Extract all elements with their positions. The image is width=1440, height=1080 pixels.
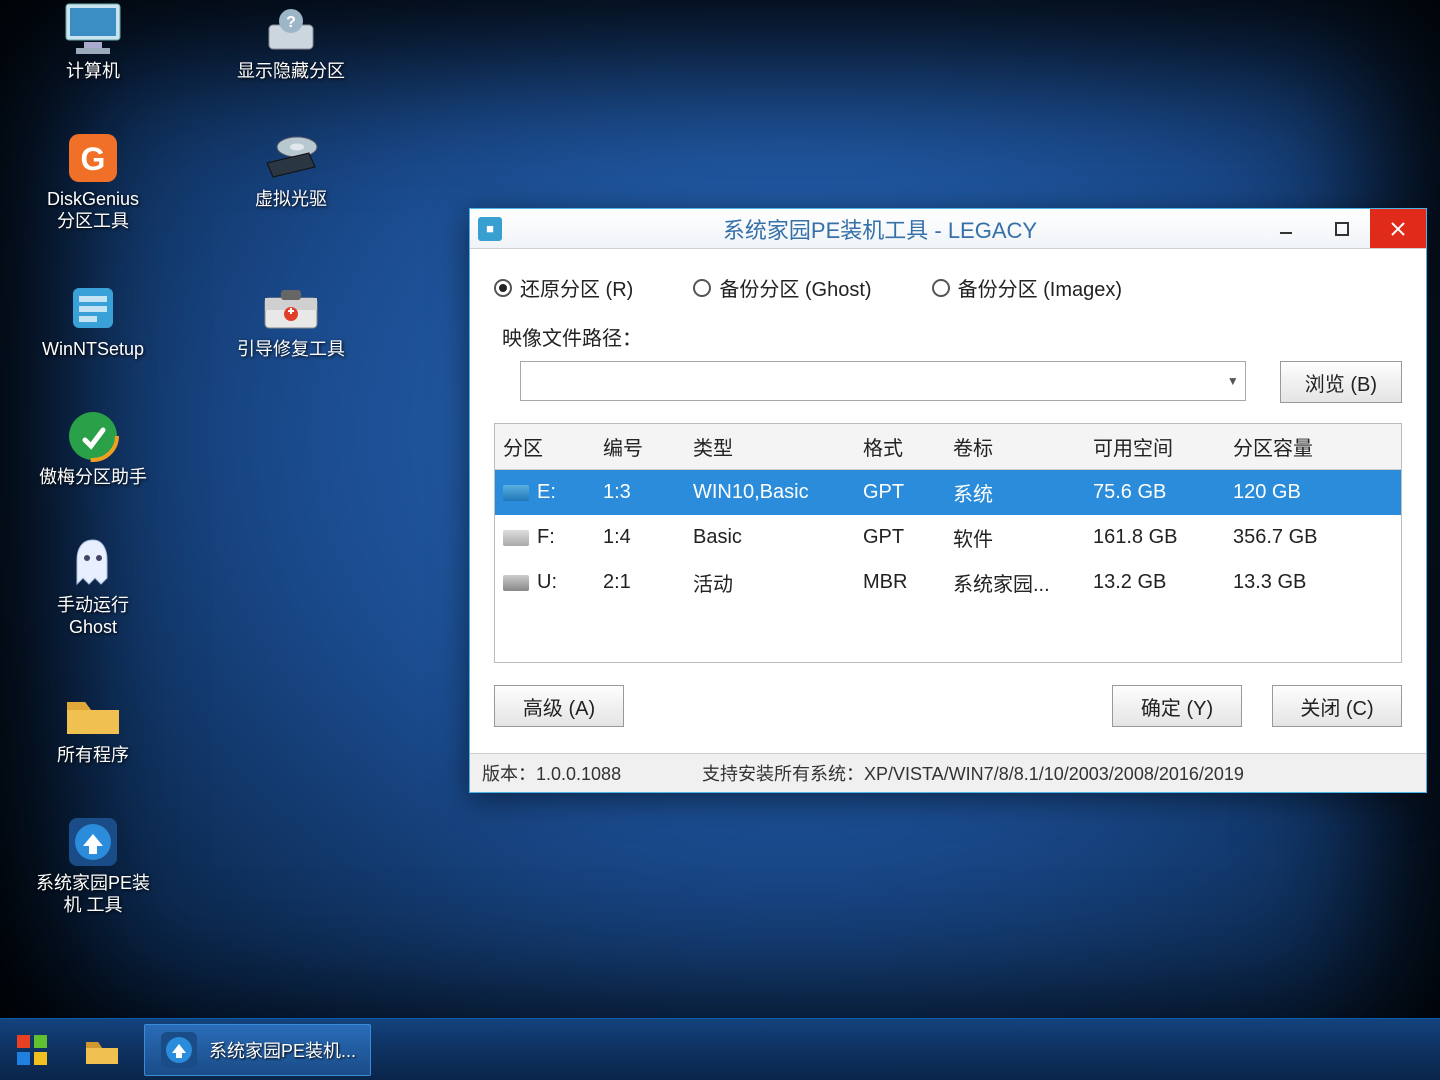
drive-icon xyxy=(503,485,529,501)
taskbar-item-pe-tool[interactable]: 系统家园PE装机... xyxy=(144,1024,371,1076)
icon-aomei-partition[interactable]: 傲梅分区助手 xyxy=(18,408,168,488)
ghost-icon xyxy=(60,536,126,592)
icon-label: 傲梅分区助手 xyxy=(39,466,147,488)
titlebar[interactable]: ■ 系统家园PE装机工具 - LEGACY xyxy=(470,209,1426,249)
icon-show-hidden-partitions[interactable]: ? 显示隐藏分区 xyxy=(216,2,366,82)
partition-icon: ? xyxy=(258,2,324,58)
partition-table: 分区 编号 类型 格式 卷标 可用空间 分区容量 E:1:3WIN10,Basi… xyxy=(494,423,1402,663)
icon-label: 所有程序 xyxy=(57,744,129,766)
col-label: 卷标 xyxy=(945,424,1085,469)
icon-diskgenius[interactable]: G DiskGenius 分区工具 xyxy=(18,130,168,232)
minimize-button[interactable] xyxy=(1258,209,1314,248)
image-path-label: 映像文件路径： xyxy=(502,322,1402,351)
icon-all-programs[interactable]: 所有程序 xyxy=(18,686,168,766)
icon-label: 系统家园PE装 机 工具 xyxy=(36,872,150,916)
radio-icon xyxy=(693,279,711,297)
cd-drive-icon xyxy=(258,130,324,186)
radio-restore[interactable]: 还原分区 (R) xyxy=(494,273,633,302)
maximize-button[interactable] xyxy=(1314,209,1370,248)
taskbar-item-folder[interactable] xyxy=(68,1024,136,1076)
toolbox-icon xyxy=(258,280,324,336)
version-label: 版本：1.0.0.1088 xyxy=(482,760,702,786)
close-button[interactable] xyxy=(1370,209,1426,248)
advanced-button[interactable]: 高级 (A) xyxy=(494,685,624,727)
chevron-down-icon: ▼ xyxy=(1227,374,1239,388)
col-free: 可用空间 xyxy=(1085,424,1225,469)
icon-label: WinNTSetup xyxy=(42,338,144,360)
app-icon: ■ xyxy=(478,217,502,241)
drive-icon xyxy=(503,530,529,546)
image-path-combo[interactable]: ▼ xyxy=(520,361,1246,401)
pe-tool-icon xyxy=(60,814,126,870)
close-dialog-button[interactable]: 关闭 (C) xyxy=(1272,685,1402,727)
window-title: 系统家园PE装机工具 - LEGACY xyxy=(502,213,1258,245)
support-label: 支持安装所有系统：XP/VISTA/WIN7/8/8.1/10/2003/200… xyxy=(702,760,1244,786)
ok-button[interactable]: 确定 (Y) xyxy=(1112,685,1242,727)
icon-label: 引导修复工具 xyxy=(237,338,345,360)
mode-radios: 还原分区 (R) 备份分区 (Ghost) 备份分区 (Imagex) xyxy=(494,273,1402,302)
icon-label: 手动运行 Ghost xyxy=(57,594,129,638)
taskbar: 系统家园PE装机... xyxy=(0,1018,1440,1080)
icon-manual-ghost[interactable]: 手动运行 Ghost xyxy=(18,536,168,638)
table-row[interactable]: E:1:3WIN10,BasicGPT系统75.6 GB120 GB xyxy=(495,470,1401,515)
table-header: 分区 编号 类型 格式 卷标 可用空间 分区容量 xyxy=(495,424,1401,470)
svg-text:?: ? xyxy=(286,14,296,31)
status-bar: 版本：1.0.0.1088 支持安装所有系统：XP/VISTA/WIN7/8/8… xyxy=(470,753,1426,792)
radio-backup-imagex[interactable]: 备份分区 (Imagex) xyxy=(932,273,1122,302)
pe-tool-icon xyxy=(159,1030,199,1070)
browse-button[interactable]: 浏览 (B) xyxy=(1280,361,1402,403)
icon-label: 显示隐藏分区 xyxy=(237,60,345,82)
radio-backup-ghost[interactable]: 备份分区 (Ghost) xyxy=(693,273,871,302)
radio-icon xyxy=(494,279,512,297)
table-row[interactable]: U:2:1活动MBR系统家园...13.2 GB13.3 GB xyxy=(495,560,1401,605)
installer-icon xyxy=(60,280,126,336)
icon-boot-repair[interactable]: 引导修复工具 xyxy=(216,280,366,360)
col-id: 编号 xyxy=(595,424,685,469)
icon-pe-install-tool[interactable]: 系统家园PE装 机 工具 xyxy=(18,814,168,916)
icon-winntsetup[interactable]: WinNTSetup xyxy=(18,280,168,360)
svg-text:G: G xyxy=(81,141,106,177)
icon-computer[interactable]: 计算机 xyxy=(18,2,168,82)
col-type: 类型 xyxy=(685,424,855,469)
pe-tool-window: ■ 系统家园PE装机工具 - LEGACY 还原分区 (R) 备份分区 (Gho… xyxy=(469,208,1427,793)
folder-icon xyxy=(82,1030,122,1070)
icon-virtual-cd[interactable]: 虚拟光驱 xyxy=(216,130,366,232)
start-button[interactable] xyxy=(0,1019,64,1080)
desktop: 计算机 ? 显示隐藏分区 G DiskGenius 分区工具 虚拟光驱 WinN… xyxy=(18,0,398,916)
monitor-icon xyxy=(60,2,126,58)
folder-icon xyxy=(60,686,126,742)
radio-icon xyxy=(932,279,950,297)
drive-icon xyxy=(503,575,529,591)
aomei-icon xyxy=(60,408,126,464)
table-body: E:1:3WIN10,BasicGPT系统75.6 GB120 GBF:1:4B… xyxy=(495,470,1401,605)
col-drive: 分区 xyxy=(495,424,595,469)
icon-label: 虚拟光驱 xyxy=(255,188,327,210)
table-row[interactable]: F:1:4BasicGPT软件161.8 GB356.7 GB xyxy=(495,515,1401,560)
icon-label: DiskGenius 分区工具 xyxy=(47,188,139,232)
col-cap: 分区容量 xyxy=(1225,424,1365,469)
diskgenius-icon: G xyxy=(60,130,126,186)
col-fmt: 格式 xyxy=(855,424,945,469)
icon-label: 计算机 xyxy=(66,60,120,82)
taskbar-label: 系统家园PE装机... xyxy=(209,1037,356,1063)
